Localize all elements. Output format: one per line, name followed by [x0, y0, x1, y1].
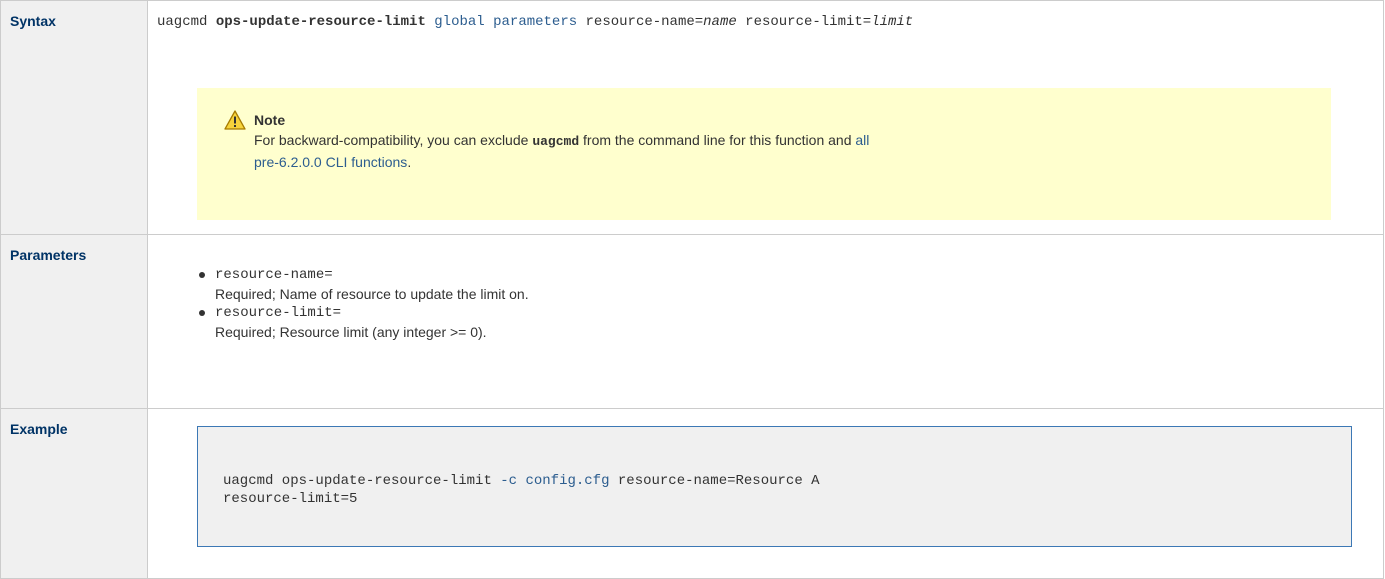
- example-cell: uagcmd ops-update-resource-limit -c conf…: [147, 408, 1384, 579]
- note-text-after: .: [407, 154, 412, 170]
- note-title: Note: [254, 112, 286, 128]
- syntax-arg1-name: resource-name=: [585, 14, 704, 30]
- example-code-line-2: resource-limit=5: [223, 491, 358, 507]
- parameters-list: resource-name= Required; Name of resourc…: [199, 266, 529, 342]
- syntax-arg1-value: name: [703, 14, 737, 30]
- syntax-line: uagcmd ops-update-resource-limit global …: [157, 13, 1383, 31]
- example-flag: -c: [500, 473, 518, 489]
- bullet-icon: [199, 272, 205, 278]
- global-link[interactable]: global: [434, 14, 484, 30]
- note-text-before: For backward-compatibility, you can excl…: [254, 132, 533, 148]
- note-box: Note For backward-compatibility, you can…: [197, 88, 1331, 220]
- syntax-row: Syntax uagcmd ops-update-resource-limit …: [0, 0, 1384, 235]
- example-code-line-1: uagcmd ops-update-resource-limit -c conf…: [223, 473, 820, 489]
- parameters-header: Parameters: [0, 234, 148, 409]
- parameter-description: Required; Resource limit (any integer >=…: [215, 324, 487, 340]
- note-code: uagcmd: [532, 134, 580, 149]
- example-args: resource-name=Resource A: [609, 473, 820, 489]
- parameters-cell: resource-name= Required; Name of resourc…: [147, 234, 1384, 409]
- syntax-arg2-name: resource-limit=: [745, 14, 872, 30]
- note-text-middle: from the command line for this function …: [579, 132, 856, 148]
- example-code-block: uagcmd ops-update-resource-limit -c conf…: [197, 426, 1352, 547]
- bullet-icon: [199, 310, 205, 316]
- parameter-name: resource-name=: [215, 267, 333, 283]
- cli-functions-link-part2[interactable]: pre-6.2.0.0 CLI functions: [254, 154, 407, 170]
- example-header: Example: [0, 408, 148, 579]
- syntax-cmd: uagcmd: [157, 14, 208, 30]
- example-config-file: config.cfg: [525, 473, 610, 489]
- parameter-name: resource-limit=: [215, 305, 342, 321]
- example-cmd: uagcmd ops-update-resource-limit: [223, 473, 501, 489]
- syntax-arg2-value: limit: [871, 14, 914, 30]
- warning-icon: [224, 110, 246, 130]
- parameter-item: resource-name= Required; Name of resourc…: [199, 266, 529, 304]
- cli-functions-link-part1[interactable]: all: [855, 132, 869, 148]
- parameters-link[interactable]: parameters: [493, 14, 577, 30]
- syntax-cell: uagcmd ops-update-resource-limit global …: [147, 0, 1384, 235]
- parameter-description: Required; Name of resource to update the…: [215, 286, 529, 302]
- example-row: Example uagcmd ops-update-resource-limit…: [0, 408, 1384, 579]
- parameter-item: resource-limit= Required; Resource limit…: [199, 304, 529, 342]
- note-body: For backward-compatibility, you can excl…: [254, 130, 1154, 172]
- syntax-function: ops-update-resource-limit: [215, 14, 426, 30]
- syntax-header: Syntax: [0, 0, 148, 235]
- command-reference-table: Syntax uagcmd ops-update-resource-limit …: [0, 0, 1384, 579]
- parameters-row: Parameters resource-name= Required; Name…: [0, 234, 1384, 409]
